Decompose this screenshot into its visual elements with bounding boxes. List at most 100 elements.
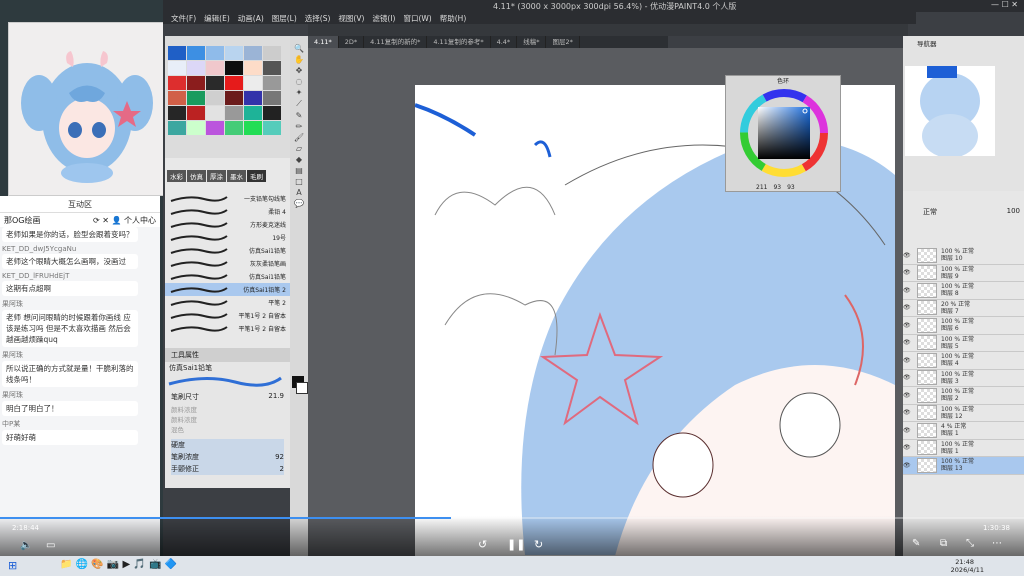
eye-icon[interactable]: 👁 <box>903 304 917 311</box>
color-swatch[interactable] <box>206 106 224 120</box>
taskbar-app-icons[interactable]: 📁 🌐 🎨 📷 ▶ 🎵 📺 🔷 <box>60 559 177 570</box>
layer-row[interactable]: 👁 100 % 正常 图层 1 <box>903 440 1024 457</box>
personal-center-link[interactable]: 个人中心 <box>124 216 156 225</box>
subtool-tab-ink[interactable]: 墨水 <box>227 170 246 182</box>
color-swatch[interactable] <box>187 91 205 105</box>
pen-icon[interactable]: ✎ <box>296 111 303 120</box>
layer-row[interactable]: 👁 100 % 正常 图层 5 <box>903 335 1024 352</box>
layer-row[interactable]: 👁 100 % 正常 图层 6 <box>903 317 1024 335</box>
tab-doc-6[interactable]: 线稿* <box>517 36 547 48</box>
gradient-icon[interactable]: ▤ <box>295 166 303 175</box>
eye-icon[interactable]: 👁 <box>903 374 917 381</box>
blend-mode-select[interactable]: 正常 <box>923 207 937 217</box>
windows-start-icon[interactable]: ⊞ <box>8 559 17 572</box>
menu-animation[interactable]: 动画(A) <box>238 13 264 24</box>
brush-item[interactable]: 平笔1号 2 自留本 <box>165 322 290 335</box>
menu-select[interactable]: 选择(S) <box>305 13 331 24</box>
layer-row[interactable]: 👁 20 % 正常 图层 7 <box>903 300 1024 317</box>
brush-item[interactable]: 仿真Sai1铅笔 <box>165 270 290 283</box>
refresh-icon[interactable]: ⟳ <box>93 216 100 225</box>
layer-row[interactable]: 👁 100 % 正常 图层 3 <box>903 370 1024 387</box>
color-swatch[interactable] <box>168 91 186 105</box>
volume-icon[interactable]: 🔈 <box>20 540 32 551</box>
color-swatch[interactable] <box>187 76 205 90</box>
color-swatch[interactable] <box>187 106 205 120</box>
color-swatch[interactable] <box>244 121 262 135</box>
zoom-icon[interactable]: 🔍 <box>294 44 304 53</box>
brush-item[interactable]: 柔铅 4 <box>165 205 290 218</box>
menu-file[interactable]: 文件(F) <box>171 13 196 24</box>
stabilization-row[interactable]: 手颤修正 2 <box>171 463 284 475</box>
tab-doc-5[interactable]: 4.4* <box>491 36 518 48</box>
user-icon[interactable]: 👤 <box>111 216 121 225</box>
color-swatch[interactable] <box>263 46 281 60</box>
color-swatch[interactable] <box>225 76 243 90</box>
color-swatch[interactable] <box>225 121 243 135</box>
color-swatch[interactable] <box>168 61 186 75</box>
color-swatch[interactable] <box>263 106 281 120</box>
color-swatch[interactable] <box>244 91 262 105</box>
tab-doc-4[interactable]: 4.11复制的参考* <box>427 36 491 48</box>
eye-icon[interactable]: 👁 <box>903 269 917 276</box>
lasso-icon[interactable]: ◌ <box>296 77 303 86</box>
brush-density-value[interactable]: 92 <box>275 451 284 463</box>
color-swatch[interactable] <box>244 76 262 90</box>
menu-window[interactable]: 窗口(W) <box>403 13 431 24</box>
color-swatch[interactable] <box>206 91 224 105</box>
color-swatch[interactable] <box>244 61 262 75</box>
balloon-icon[interactable]: 💬 <box>294 199 304 208</box>
layer-row[interactable]: 👁 100 % 正常 图层 8 <box>903 282 1024 300</box>
menu-layer[interactable]: 图层(L) <box>272 13 297 24</box>
brush-item[interactable]: 平笔1号 2 自留本 <box>165 309 290 322</box>
color-swatch[interactable] <box>225 91 243 105</box>
menu-edit[interactable]: 编辑(E) <box>204 13 230 24</box>
color-swatch[interactable] <box>187 121 205 135</box>
eye-icon[interactable]: 👁 <box>903 409 917 416</box>
hue-ring[interactable] <box>726 85 838 181</box>
move-icon[interactable]: ✥ <box>296 66 303 75</box>
menu-help[interactable]: 帮助(H) <box>440 13 467 24</box>
pause-icon[interactable]: ❚❚ <box>507 538 525 551</box>
tab-doc-3[interactable]: 4.11复制的新的* <box>364 36 428 48</box>
brush-size-value[interactable]: 21.9 <box>268 392 284 402</box>
color-swatch[interactable] <box>168 76 186 90</box>
pip-icon[interactable]: ⧉ <box>940 538 947 549</box>
brush-item[interactable]: 一支铅笔勾线笔 <box>165 192 290 205</box>
rewind-10-icon[interactable]: ↺ <box>478 538 487 551</box>
eye-icon[interactable]: 👁 <box>903 357 917 364</box>
window-controls[interactable]: — ☐ ✕ <box>991 0 1018 9</box>
layer-opacity[interactable]: 100 <box>1007 207 1020 217</box>
menu-view[interactable]: 视图(V) <box>338 13 364 24</box>
forward-30-icon[interactable]: ↻ <box>534 538 543 551</box>
brush-density-row[interactable]: 笔刷浓度 92 <box>171 451 284 463</box>
eye-icon[interactable]: 👁 <box>903 339 917 346</box>
layer-row[interactable]: 👁 100 % 正常 图层 10 <box>903 247 1024 265</box>
tab-doc-2[interactable]: 2D* <box>339 36 365 48</box>
color-swatch[interactable] <box>263 91 281 105</box>
color-swatch[interactable] <box>225 61 243 75</box>
eyedropper-icon[interactable]: ⟋ <box>296 99 302 109</box>
brush-item[interactable]: 仿真Sai1铅笔 2 <box>165 283 290 296</box>
eye-icon[interactable]: 👁 <box>903 287 917 294</box>
color-swatch[interactable] <box>263 61 281 75</box>
hardness-row[interactable]: 硬度 <box>171 439 284 451</box>
color-swatch[interactable] <box>263 121 281 135</box>
color-swatch[interactable] <box>187 61 205 75</box>
layer-row[interactable]: 👁 100 % 正常 图层 2 <box>903 387 1024 405</box>
color-swatch[interactable] <box>206 121 224 135</box>
subtool-tab-real[interactable]: 仿真 <box>187 170 206 182</box>
layer-row[interactable]: 👁 4 % 正常 图层 1 <box>903 422 1024 440</box>
subtool-tab-brush[interactable]: 毛刷 <box>247 170 266 182</box>
layer-row[interactable]: 👁 100 % 正常 图层 12 <box>903 405 1024 422</box>
text-icon[interactable]: A <box>296 188 301 197</box>
subtool-tab-watercolor[interactable]: 水彩 <box>167 170 186 182</box>
eye-icon[interactable]: 👁 <box>903 444 917 451</box>
color-swatch[interactable] <box>187 46 205 60</box>
eye-icon[interactable]: 👁 <box>903 462 917 469</box>
eraser-icon[interactable]: ▱ <box>296 144 302 153</box>
pencil-icon[interactable]: ✏ <box>296 122 303 131</box>
tab-doc-7[interactable]: 图层2* <box>546 36 580 48</box>
hand-icon[interactable]: ✋ <box>294 55 304 64</box>
color-swatch[interactable] <box>206 76 224 90</box>
sub-color-swatch[interactable] <box>296 382 308 394</box>
